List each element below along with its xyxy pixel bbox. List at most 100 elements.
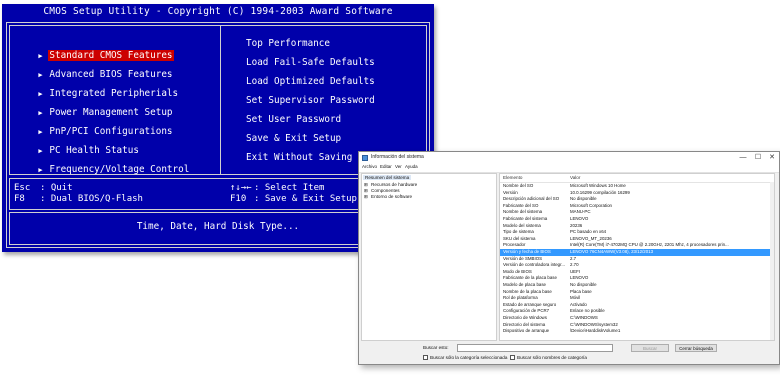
row-item: SKU del sistema [503,235,536,241]
row-item: Rol de plataforma [503,295,538,301]
row-value: Enlace no posible [570,308,605,314]
tree-item-resumen[interactable]: Resumen del sistema [363,175,412,180]
row-item: Modelo del sistema [503,222,541,228]
row-value: No disponible [570,282,597,287]
search-label: Buscar esto: [423,345,449,350]
row-value: LENOVO 76CN4AWW(V3.08), 23/12/2013 [570,249,654,254]
window-titlebar[interactable]: Información del sistema — ☐ ✕ [359,152,779,164]
close-button[interactable]: ✕ [766,153,778,163]
row-value: C:\WINDOWS [570,315,598,320]
search-input[interactable] [457,344,613,352]
row-item: Dispositivo de arranque [503,328,550,334]
triangle-right-icon: ▶ [38,166,43,174]
menu-ayuda[interactable]: Ayuda [405,164,418,169]
table-row[interactable]: Procesador Intel(R) Core(TM) i7-4702MQ CP… [500,242,774,249]
table-row[interactable]: Modelo de placa base No disponible [500,282,774,289]
row-item: Procesador [503,242,526,248]
row-item: Descripción adicional del SO [503,196,560,202]
bios-menu-set-user-password[interactable]: Set User Password [246,114,341,126]
table-row[interactable]: Versión y fecha de BIOS LENOVO 76CN4AWW(V… [500,249,774,256]
row-item: Fabricante del SO [503,202,539,208]
table-row[interactable]: Descripción adicional del SO No disponibl… [500,196,774,203]
tree-item-software[interactable]: Entorno de software [371,194,412,199]
row-value: PC basado en x64 [570,229,607,235]
table-row[interactable]: Fabricante del SO Microsoft Corporation [500,203,774,210]
row-item: Modelo de placa base [503,282,546,287]
table-row[interactable]: SKU del sistema LENOVO_MT_20236 [500,236,774,243]
row-value: No disponible [570,196,597,202]
table-row[interactable]: Configuración de PCR7 Enlace no posible [500,308,774,315]
row-item: Directorio de Windows [503,315,547,320]
row-item: Fabricante de la placa base [503,275,557,281]
key-f8-action: : Dual BIOS/Q-Flash [40,194,143,204]
checkbox-category-names[interactable] [510,355,515,360]
bios-menu-load-failsafe[interactable]: Load Fail-Safe Defaults [246,57,375,69]
minimize-button[interactable]: — [737,153,749,163]
bios-menu-set-supervisor-password[interactable]: Set Supervisor Password [246,95,375,107]
table-row[interactable]: Versión de controladora integr... 2.70 [500,262,774,269]
key-f8: F8 [14,194,25,204]
table-row[interactable]: Rol de plataforma Móvil [500,295,774,302]
row-item: Estado de arranque seguro [503,301,557,307]
row-item: Nombre del SO [503,183,534,188]
row-value: MANU-PC [570,209,591,215]
table-row[interactable]: Directorio de Windows C:\WINDOWS [500,315,774,322]
tree-item-componentes[interactable]: Componentes [371,188,400,193]
system-info-app-icon [362,155,368,161]
checkbox-selected-category[interactable] [423,355,428,360]
bios-menu-exit-without-saving[interactable]: Exit Without Saving [246,152,352,164]
row-value: LENOVO [570,216,589,221]
table-row[interactable]: Versión de SMBIOS 2.7 [500,256,774,263]
table-row[interactable]: Modelo del sistema 20236 [500,223,774,230]
bios-menu-top-performance[interactable]: Top Performance [246,38,330,50]
row-item: Configuración de PCR7 [503,308,550,314]
bios-menu-divider [220,25,221,175]
menu-editar[interactable]: Editar [380,164,392,169]
category-tree: Resumen del sistema ⊞ Recursos de hardwa… [361,173,497,341]
maximize-button[interactable]: ☐ [752,153,764,163]
menu-bar: Archivo Editar Ver Ayuda [359,164,779,173]
row-item: Modo de BIOS [503,268,532,274]
close-search-button[interactable]: Cerrar búsqueda [675,344,717,352]
bios-menu-load-optimized[interactable]: Load Optimized Defaults [246,76,375,88]
table-row[interactable]: Directorio del sistema C:\WINDOWS\system3… [500,322,774,329]
table-row[interactable]: Estado de arranque seguro Activado [500,302,774,309]
table-row[interactable]: Nombre de la placa base Placa base [500,289,774,296]
row-value: Activado [570,301,587,307]
tree-item-hardware[interactable]: Recursos de hardware [371,182,417,187]
row-value: LENOVO_MT_20236 [570,235,612,241]
list-header: Elemento Valor [500,174,774,183]
table-row[interactable]: Dispositivo de arranque \Device\HarddiskV… [500,328,774,335]
table-row[interactable]: Nombre del SO Microsoft Windows 10 Home [500,183,774,190]
menu-archivo[interactable]: Archivo [362,164,377,169]
row-value: \Device\HarddiskVolume1 [570,328,621,334]
row-item: Directorio del sistema [503,321,546,327]
table-row[interactable]: Modo de BIOS UEFI [500,269,774,276]
bios-menu-label: Frequency/Voltage Control [49,164,190,175]
bios-menu-save-exit[interactable]: Save & Exit Setup [246,133,341,145]
system-information-window: Información del sistema — ☐ ✕ Archivo Ed… [358,151,780,365]
row-value: 2.7 [570,255,577,261]
row-value: 10.0.16299 compilación 16299 [570,189,630,195]
row-value: C:\WINDOWS\system32 [570,321,618,327]
search-button[interactable]: Buscar [631,344,669,352]
table-row[interactable]: Nombre del sistema MANU-PC [500,209,774,216]
row-item: Versión de controladora integr... [503,262,565,268]
row-value: Móvil [570,295,581,301]
window-title: Información del sistema [371,154,424,160]
checkbox-category-names-label: Buscar sólo nombres de categoría [517,355,587,360]
column-header-valor[interactable]: Valor [570,175,580,180]
menu-ver[interactable]: Ver [395,164,402,169]
table-row[interactable]: Versión 10.0.16299 compilación 16299 [500,190,774,197]
table-row[interactable]: Fabricante de la placa base LENOVO [500,275,774,282]
row-value: 2.70 [570,262,579,268]
search-panel: Buscar esto: Buscar Cerrar búsqueda Busc… [359,342,779,364]
vertical-scrollbar[interactable] [770,182,774,340]
checkbox-selected-category-label: Buscar sólo la categoría seleccionada [430,355,508,360]
table-row[interactable]: Tipo de sistema PC basado en x64 [500,229,774,236]
expand-icon[interactable]: ⊞ [364,194,368,200]
key-f10-action: : Save & Exit Setup [254,194,357,204]
row-value: UEFI [570,268,581,274]
table-row[interactable]: Fabricante del sistema LENOVO [500,216,774,223]
column-header-elemento[interactable]: Elemento [503,175,522,180]
